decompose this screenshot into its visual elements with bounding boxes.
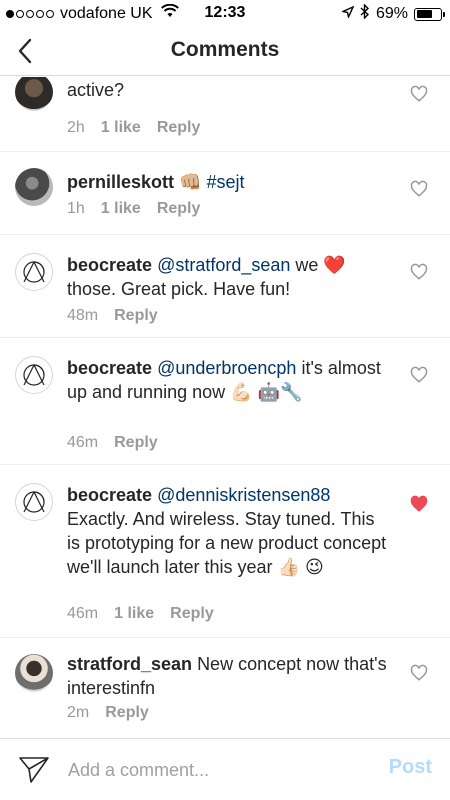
comment-text: beocreate @stratford_sean we ❤️ those. G… bbox=[67, 253, 387, 301]
comment-time: 46m bbox=[67, 434, 99, 451]
comment-meta: 1h 1 like Reply bbox=[67, 200, 216, 218]
comment-hashtag[interactable]: #sejt bbox=[206, 172, 244, 192]
battery-icon bbox=[414, 7, 445, 21]
comment-time: 48m bbox=[67, 307, 99, 324]
avatar[interactable] bbox=[15, 168, 53, 206]
comment-mention[interactable]: @denniskristensen88 bbox=[157, 485, 330, 505]
heart-icon[interactable] bbox=[410, 664, 428, 682]
comment-username[interactable]: stratford_sean bbox=[67, 654, 192, 674]
status-bar: vodafone UK 12:33 69% bbox=[0, 0, 450, 26]
comments-list[interactable]: dennniskristensen88 Making them active? … bbox=[0, 77, 450, 737]
reply-button[interactable]: Reply bbox=[170, 605, 214, 623]
comment-time: 2m bbox=[67, 704, 90, 721]
comment-item: stratford_sean New concept now that's in… bbox=[0, 638, 450, 737]
reply-button[interactable]: Reply bbox=[114, 307, 158, 325]
comment-text: pernilleskott 👊🏼 #sejt bbox=[67, 170, 387, 194]
beocreate-logo-icon bbox=[23, 490, 45, 513]
avatar[interactable] bbox=[15, 253, 53, 291]
bluetooth-icon bbox=[360, 3, 370, 24]
comment-meta: 46m Reply bbox=[67, 434, 174, 452]
comment-time: 46m bbox=[67, 605, 99, 622]
heart-filled-icon[interactable] bbox=[410, 495, 428, 513]
comment-username[interactable]: beocreate bbox=[67, 255, 152, 275]
reply-button[interactable]: Reply bbox=[114, 434, 158, 452]
reply-button[interactable]: Reply bbox=[157, 119, 201, 137]
comment-mention[interactable]: @underbroencph bbox=[157, 358, 296, 378]
comment-username[interactable]: beocreate bbox=[67, 358, 152, 378]
comment-username[interactable]: pernilleskott bbox=[67, 172, 174, 192]
status-right: 69% bbox=[340, 3, 445, 24]
avatar[interactable] bbox=[15, 356, 53, 394]
heart-icon[interactable] bbox=[410, 263, 428, 281]
heart-icon[interactable] bbox=[410, 366, 428, 384]
nav-bar: Comments bbox=[0, 26, 450, 76]
comment-item: pernilleskott 👊🏼 #sejt 1h 1 like Reply bbox=[0, 152, 450, 235]
comment-username[interactable]: beocreate bbox=[67, 485, 152, 505]
comment-text: beocreate @denniskristensen88 Exactly. A… bbox=[67, 483, 387, 579]
comment-meta: 2h 1 like Reply bbox=[67, 119, 216, 137]
beocreate-logo-icon bbox=[23, 363, 45, 386]
avatar[interactable] bbox=[15, 483, 53, 521]
reply-button[interactable]: Reply bbox=[105, 704, 149, 722]
comment-message: Exactly. And wireless. Stay tuned. This … bbox=[67, 509, 387, 577]
comment-meta: 46m 1 like Reply bbox=[67, 605, 230, 623]
heart-icon[interactable] bbox=[410, 180, 428, 198]
avatar[interactable] bbox=[15, 654, 53, 692]
paper-plane-icon[interactable] bbox=[18, 755, 50, 785]
comment-meta: 48m Reply bbox=[67, 307, 174, 325]
comment-message: Making them active? bbox=[67, 80, 125, 100]
heart-icon[interactable] bbox=[410, 85, 428, 103]
comment-composer: Post bbox=[0, 738, 450, 800]
comment-item: beocreate @underbroencph it's almost up … bbox=[0, 338, 450, 465]
battery-percent: 69% bbox=[375, 5, 408, 22]
reply-button[interactable]: Reply bbox=[157, 200, 201, 218]
comment-item: beocreate @stratford_sean we ❤️ those. G… bbox=[0, 235, 450, 338]
comment-input[interactable] bbox=[68, 757, 358, 783]
comment-time: 2h bbox=[67, 119, 85, 136]
comment-likes[interactable]: 1 like bbox=[101, 200, 141, 218]
comment-mention[interactable]: @stratford_sean bbox=[157, 255, 290, 275]
post-button[interactable]: Post bbox=[389, 756, 432, 779]
comment-text: beocreate @underbroencph it's almost up … bbox=[67, 356, 387, 404]
avatar[interactable] bbox=[15, 77, 53, 111]
comment-message: 👊🏼 bbox=[179, 172, 207, 192]
comment-item: beocreate @denniskristensen88 Exactly. A… bbox=[0, 465, 450, 638]
comment-text: stratford_sean New concept now that's in… bbox=[67, 652, 387, 700]
location-icon bbox=[340, 5, 355, 23]
comment-time: 1h bbox=[67, 200, 85, 217]
comment-text: dennniskristensen88 Making them active? bbox=[67, 77, 387, 102]
page-title: Comments bbox=[170, 38, 280, 61]
beocreate-logo-icon bbox=[23, 260, 45, 283]
comment-item: dennniskristensen88 Making them active? … bbox=[0, 77, 450, 152]
comment-likes[interactable]: 1 like bbox=[101, 119, 141, 137]
comment-likes[interactable]: 1 like bbox=[114, 605, 154, 623]
comment-meta: 2m Reply bbox=[67, 704, 165, 722]
